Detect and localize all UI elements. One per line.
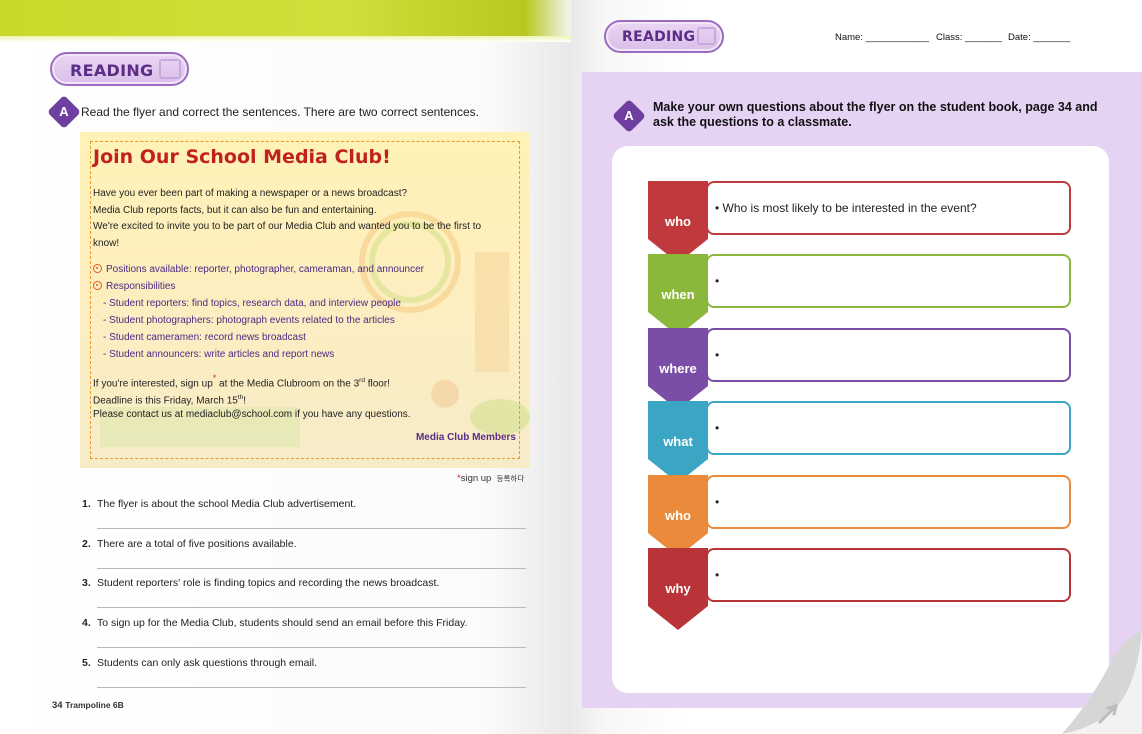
- question-text: •: [715, 495, 720, 509]
- vocabulary-footnote: *sign up 등록하다: [457, 473, 525, 484]
- circle-bullet-icon: [93, 281, 102, 290]
- reading-label: READING: [622, 29, 696, 45]
- book-icon: [697, 27, 716, 45]
- responsibility-item: - Student reporters: find topics, resear…: [103, 298, 401, 309]
- question-text: •: [715, 421, 720, 435]
- flyer-contact: Please contact us at mediaclub@school.co…: [93, 409, 411, 420]
- activity-instruction: Read the flyer and correct the sentences…: [81, 105, 479, 119]
- question-word-label: who: [665, 508, 691, 523]
- page-number: 34: [52, 700, 63, 711]
- question-text: •: [715, 274, 720, 288]
- activity-instruction: Make your own questions about the flyer …: [653, 100, 1098, 129]
- question-word-label: when: [661, 287, 695, 302]
- top-color-band: [0, 0, 571, 36]
- responsibility-item: - Student photographers: photograph even…: [103, 315, 395, 326]
- name-field[interactable]: Name: ____________: [835, 32, 929, 43]
- circle-bullet-icon: [93, 264, 102, 273]
- activity-a-badge: A: [612, 99, 646, 133]
- footnote-marker: *: [212, 373, 217, 384]
- page-footer: 34 Trampoline 6B: [52, 700, 124, 711]
- flyer-responsibilities-heading: Responsibilities: [93, 281, 175, 292]
- question-answer-box[interactable]: [706, 548, 1071, 602]
- question-answer-box[interactable]: [706, 328, 1071, 382]
- class-field[interactable]: Class: _______: [936, 32, 1002, 43]
- question-text: •: [715, 568, 720, 582]
- question-item: 1. The flyer is about the school Media Cl…: [82, 498, 357, 510]
- flyer-intro: Have you ever been part of making a news…: [93, 188, 482, 249]
- page-curl-next-icon[interactable]: [1062, 630, 1142, 734]
- flyer-positions: Positions available: reporter, photograp…: [93, 264, 424, 275]
- reading-label: READING: [70, 61, 154, 80]
- reading-section-badge: READING: [50, 52, 189, 86]
- question-item: 3. Student reporters' role is finding top…: [82, 577, 440, 589]
- left-page: READING A Read the flyer and correct the…: [0, 0, 571, 734]
- book-icon: [159, 59, 181, 79]
- responsibility-item: - Student announcers: write articles and…: [103, 349, 335, 360]
- book-title: Trampoline 6B: [65, 700, 124, 710]
- question-text: • Who is most likely to be interested in…: [715, 201, 977, 215]
- question-answer-box[interactable]: [706, 401, 1071, 455]
- flyer-title: Join Our School Media Club!: [93, 146, 391, 168]
- responsibility-item: - Student cameramen: record news broadca…: [103, 332, 306, 343]
- date-field[interactable]: Date: _______: [1008, 32, 1070, 43]
- question-word-label: why: [665, 581, 691, 596]
- media-club-flyer: Join Our School Media Club! Have you eve…: [80, 132, 530, 468]
- question-item: 4. To sign up for the Media Club, student…: [82, 617, 468, 629]
- question-word-label: who: [665, 214, 691, 229]
- question-answer-box[interactable]: [706, 254, 1071, 308]
- reading-section-badge: READING: [604, 20, 724, 53]
- question-item: 2. There are a total of five positions av…: [82, 538, 297, 550]
- question-word-label: what: [663, 434, 693, 449]
- answer-line[interactable]: [97, 528, 526, 529]
- flyer-signature: Media Club Members: [415, 432, 516, 443]
- question-word-label: where: [659, 361, 697, 376]
- activity-a-badge: A: [47, 95, 81, 129]
- question-text: •: [715, 348, 720, 362]
- answer-line[interactable]: [97, 568, 526, 569]
- answer-line[interactable]: [97, 687, 526, 688]
- question-answer-box[interactable]: [706, 475, 1071, 529]
- question-item: 5. Students can only ask questions throug…: [82, 657, 318, 669]
- answer-line[interactable]: [97, 647, 526, 648]
- answer-line[interactable]: [97, 607, 526, 608]
